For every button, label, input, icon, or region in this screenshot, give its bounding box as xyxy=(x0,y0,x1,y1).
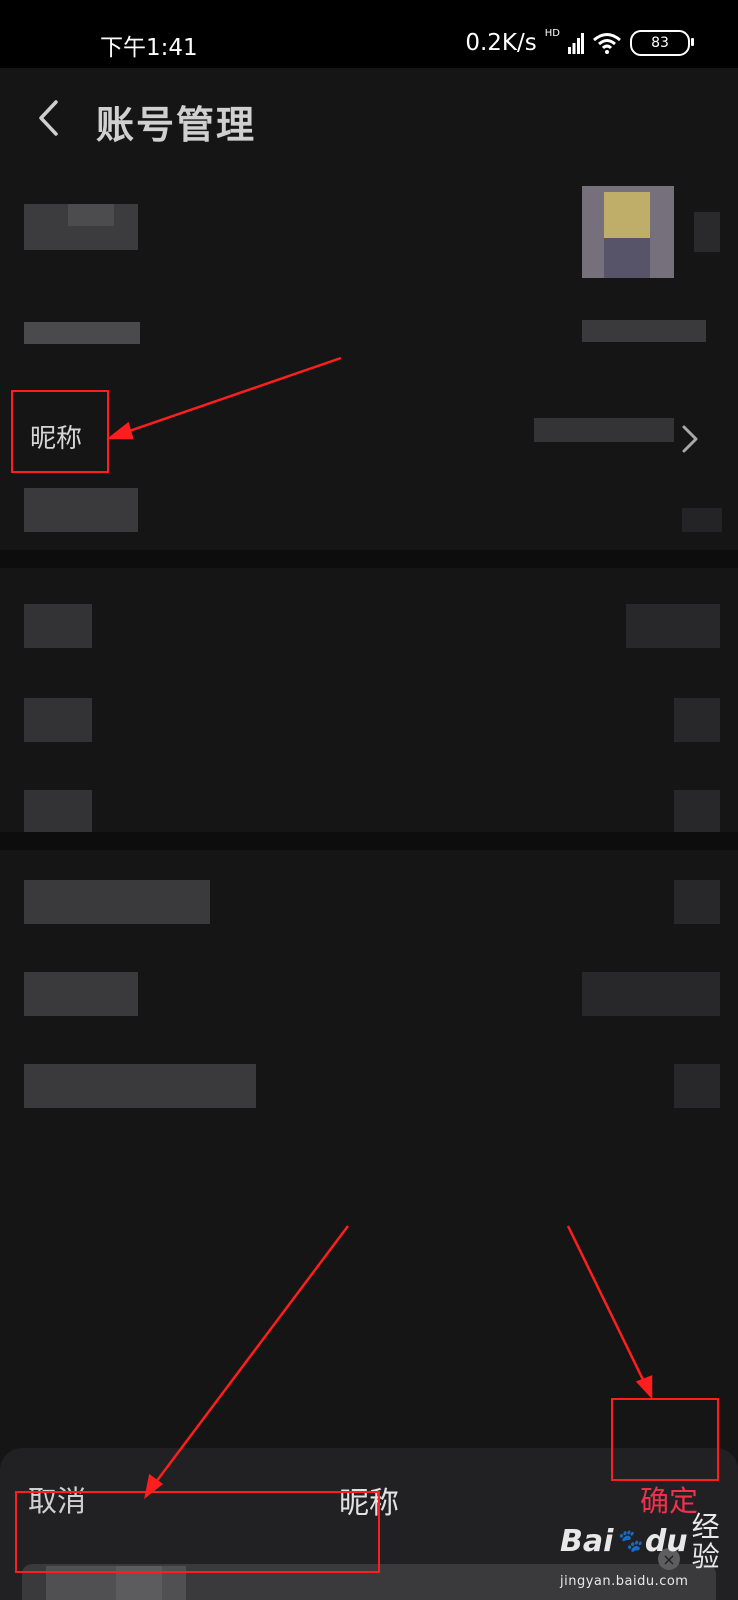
pixelated-value xyxy=(674,1064,720,1108)
battery-icon: 83 xyxy=(630,30,694,56)
pixelated-value xyxy=(582,320,706,342)
baidu-logo: Bai 🐾 du 经验 xyxy=(560,1512,730,1572)
pixelated-label xyxy=(24,322,140,344)
pixel-block xyxy=(682,508,722,532)
battery-level: 83 xyxy=(651,35,669,51)
list-item[interactable] xyxy=(0,1042,738,1134)
list-item[interactable] xyxy=(0,858,738,950)
paw-icon: 🐾 xyxy=(615,1529,643,1554)
signal-icon xyxy=(568,33,584,54)
service-text: 经验 xyxy=(691,1510,720,1573)
list-item[interactable] xyxy=(0,680,738,772)
annotation-box-nickname xyxy=(11,390,109,473)
annotation-box-confirm xyxy=(611,1398,719,1481)
status-time: 下午1:41 xyxy=(100,35,198,61)
status-bar: 下午1:41 0.2K/s HD 83 xyxy=(0,0,738,68)
network-speed: 0.2K/s xyxy=(465,30,537,56)
list-item[interactable] xyxy=(0,588,738,680)
list-item[interactable] xyxy=(0,950,738,1042)
baidu-watermark: Bai 🐾 du 经验 jingyan.baidu.com xyxy=(560,1512,730,1590)
avatar-pixel xyxy=(604,192,650,238)
header: 账号管理 xyxy=(0,68,738,168)
pixelated-value xyxy=(674,790,720,834)
list-item-avatar[interactable] xyxy=(0,172,738,278)
pixelated-label xyxy=(24,790,92,834)
chevron-right-icon xyxy=(682,425,698,453)
section-divider xyxy=(0,832,738,850)
pixelated-value xyxy=(582,972,720,1016)
account-management-page: 账号管理 昵称 取消 昵称 确定 × xyxy=(0,68,738,1600)
watermark-url: jingyan.baidu.com xyxy=(560,1574,689,1589)
pixel-block xyxy=(68,204,114,226)
pixelated-value xyxy=(626,604,720,648)
pixelated-label xyxy=(24,880,210,924)
pixelated-label xyxy=(24,1064,256,1108)
pixelated-label xyxy=(24,604,92,648)
annotation-box-input xyxy=(15,1491,380,1573)
page-title: 账号管理 xyxy=(96,103,257,147)
brand-suffix: du xyxy=(644,1524,688,1559)
wifi-icon xyxy=(593,33,621,54)
pixel-block xyxy=(694,212,720,252)
hd-badge: HD xyxy=(544,27,560,39)
back-chevron-icon xyxy=(39,100,58,136)
back-button[interactable] xyxy=(28,94,68,142)
list-item-nickname[interactable]: 昵称 xyxy=(0,394,738,486)
brand-text: Bai xyxy=(560,1524,614,1559)
avatar-pixel xyxy=(604,238,650,278)
section-divider xyxy=(0,550,738,568)
list-item-account[interactable] xyxy=(0,300,738,392)
pixelated-label xyxy=(24,488,138,532)
pixelated-value xyxy=(674,698,720,742)
pixelated-value xyxy=(534,418,674,442)
pixelated-label xyxy=(24,972,138,1016)
pixelated-label xyxy=(24,698,92,742)
status-indicators: 0.2K/s HD 83 xyxy=(465,27,694,58)
pixelated-value xyxy=(674,880,720,924)
